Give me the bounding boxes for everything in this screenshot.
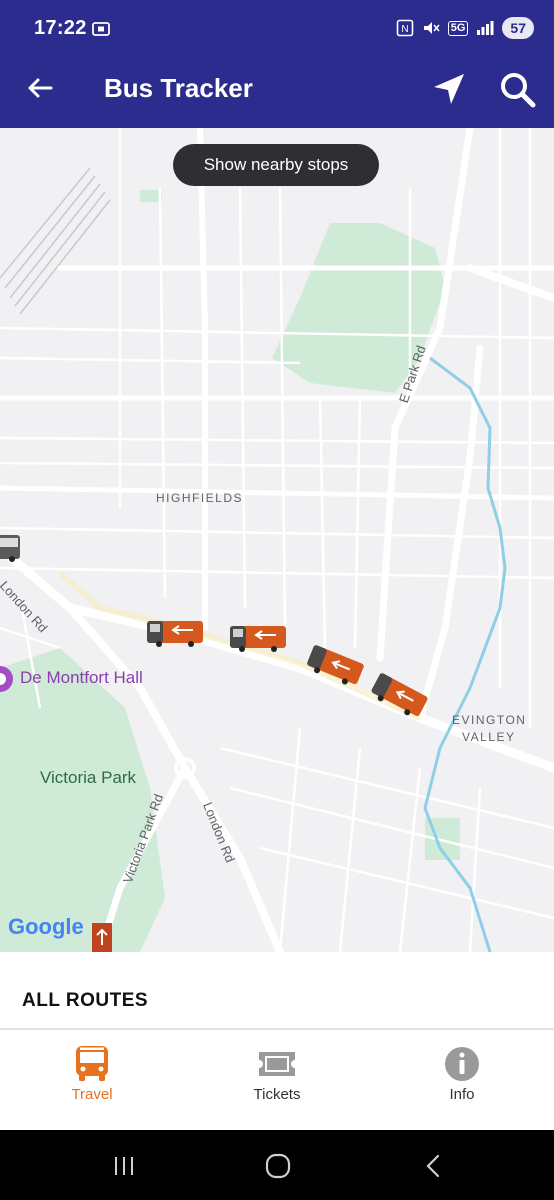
bus-marker-icon[interactable] — [0, 533, 22, 563]
bottom-nav: Travel Tickets Info — [0, 1030, 554, 1130]
show-nearby-stops-button[interactable]: Show nearby stops — [173, 144, 379, 186]
nav-label-travel: Travel — [71, 1086, 113, 1103]
search-icon[interactable] — [498, 70, 538, 110]
map-base — [0, 128, 554, 952]
bus-marker-icon[interactable] — [147, 618, 205, 648]
nav-label-info: Info — [449, 1086, 475, 1103]
railway-lines — [0, 167, 111, 315]
home-icon[interactable] — [264, 1152, 292, 1180]
system-icons: N 5G 57 — [396, 16, 534, 40]
map-label-highfields: HIGHFIELDS — [156, 491, 244, 505]
routes-sheet: ALL ROUTES — [0, 952, 554, 1030]
map-label-evington: EVINGTON — [452, 713, 527, 727]
app-bar: Bus Tracker — [0, 58, 554, 128]
battery-level: 57 — [502, 17, 534, 39]
nav-item-tickets[interactable]: Tickets — [185, 1030, 369, 1130]
bus-marker-icon[interactable] — [230, 623, 288, 653]
park-area-top — [140, 190, 162, 202]
map-view[interactable]: HIGHFIELDS London Rd E Park Rd De Montfo… — [0, 128, 554, 952]
map-label-victoria-park: Victoria Park — [40, 768, 137, 787]
signal-icon — [477, 21, 494, 35]
screen-record-icon — [92, 22, 110, 36]
google-logo: Google — [8, 914, 84, 939]
bus-icon — [76, 1046, 108, 1081]
nav-item-info[interactable]: Info — [370, 1030, 554, 1130]
bus-stop-marker-icon[interactable] — [92, 923, 112, 952]
map-label-valley: VALLEY — [462, 730, 516, 744]
network-type: 5G — [447, 20, 469, 36]
ticket-icon — [259, 1052, 295, 1076]
mute-icon — [423, 22, 440, 34]
nav-item-travel[interactable]: Travel — [0, 1030, 184, 1130]
nfc-icon: N — [396, 19, 414, 37]
status-time: 17:22 — [34, 17, 87, 39]
nav-label-tickets: Tickets — [253, 1086, 301, 1103]
back-arrow-icon[interactable] — [24, 72, 56, 104]
svg-text:N: N — [401, 24, 408, 35]
system-nav-bar — [0, 1130, 554, 1200]
page-title: Bus Tracker — [104, 73, 253, 103]
status-bar: 17:22 N 5G 57 — [0, 0, 554, 58]
all-routes-header: ALL ROUTES — [22, 990, 149, 1011]
recent-apps-icon[interactable] — [112, 1154, 136, 1178]
info-icon — [445, 1047, 479, 1081]
my-location-icon[interactable] — [430, 70, 468, 108]
back-nav-icon[interactable] — [424, 1154, 442, 1178]
map-label-de-montfort-hall: De Montfort Hall — [20, 668, 143, 687]
